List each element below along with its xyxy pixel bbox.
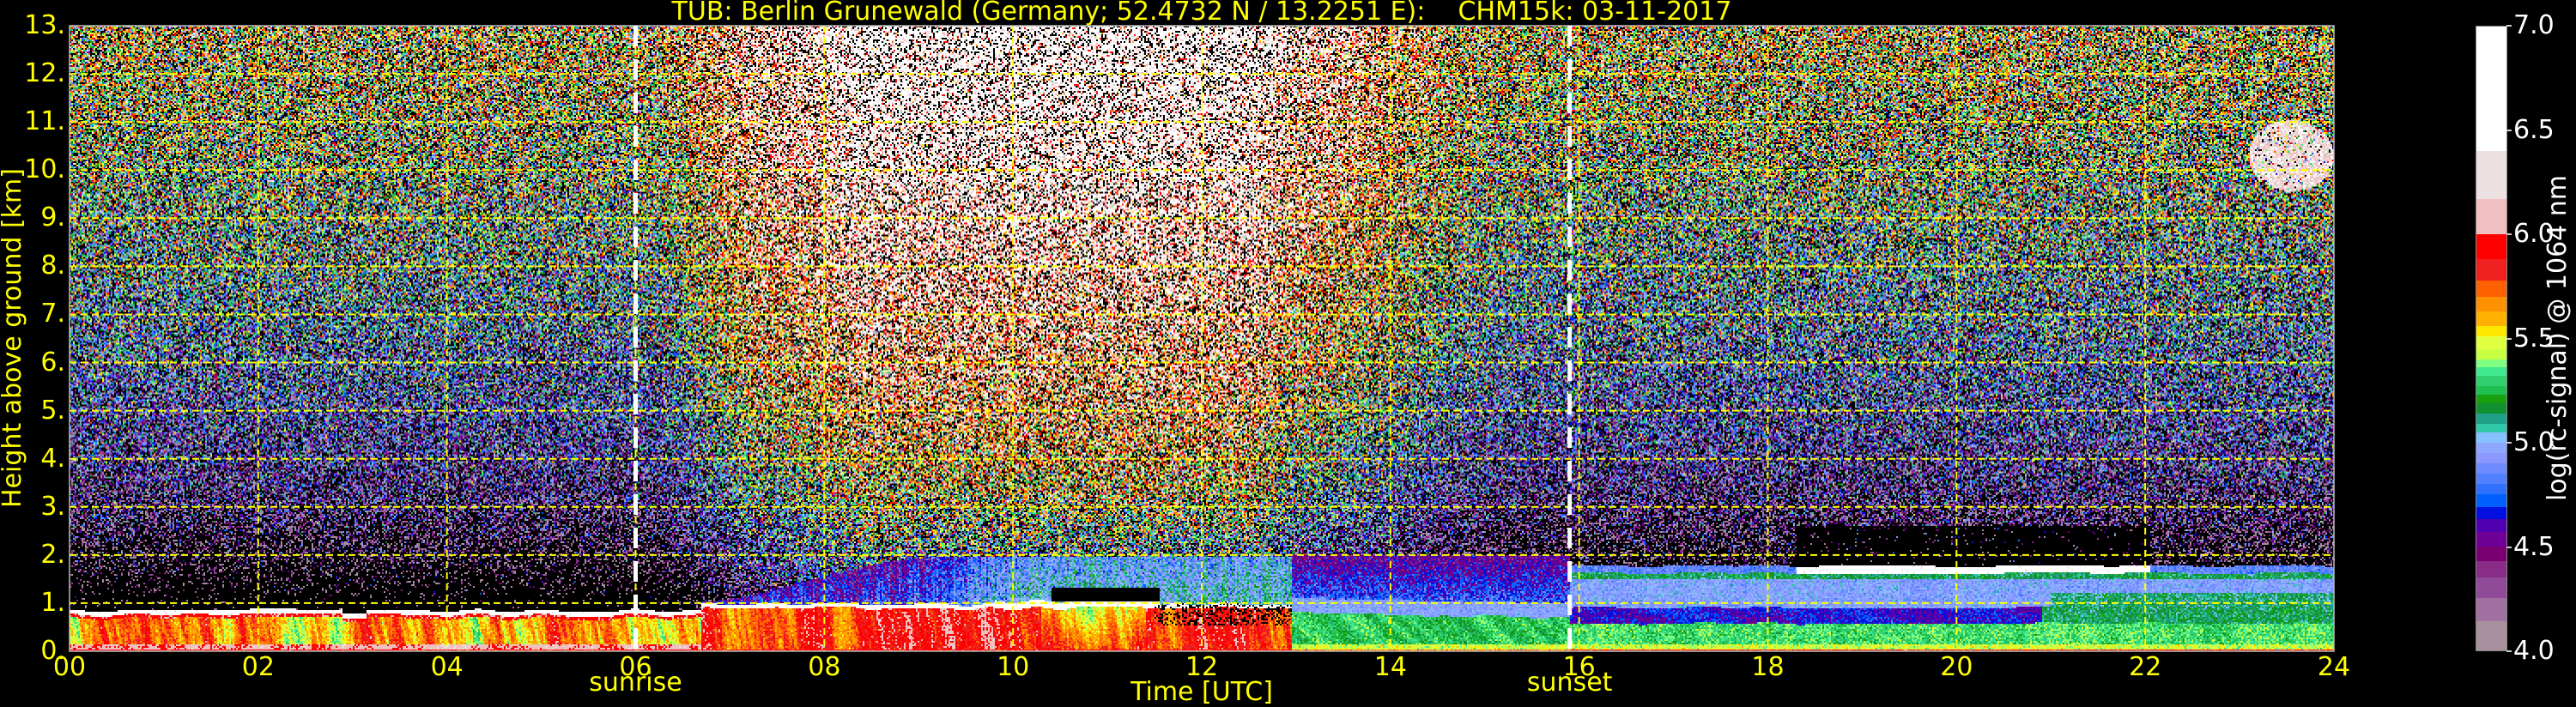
x-tick-label: 08 (808, 652, 841, 682)
colorbar-tick-label: 7.0 (2513, 10, 2555, 40)
y-tick-label: 1. (40, 587, 65, 618)
sunrise-label: sunrise (589, 668, 682, 698)
colorbar-segment (2476, 423, 2506, 432)
colorbar-segment (2476, 297, 2506, 311)
y-tick-label: 4. (40, 443, 65, 474)
sunset-label: sunset (1526, 668, 1613, 698)
colorbar-label: log(rc-signal) @ 1064 nm (2543, 174, 2573, 502)
colorbar-segment (2476, 27, 2506, 152)
colorbar-segment (2476, 376, 2506, 387)
colorbar-segment (2476, 546, 2506, 561)
x-tick-label: 10 (997, 652, 1030, 682)
colorbar-segment (2476, 280, 2506, 298)
colorbar-segment (2476, 413, 2506, 424)
colorbar-segment (2476, 577, 2506, 599)
y-tick-label: 0. (40, 636, 65, 666)
x-tick-label: 20 (1940, 652, 1973, 682)
x-tick-label: 18 (1751, 652, 1785, 682)
colorbar-segment (2476, 432, 2506, 443)
x-tick-label: 24 (2317, 652, 2351, 682)
colorbar-tick-mark (2506, 337, 2512, 340)
colorbar-tick-mark (2506, 233, 2512, 235)
colorbar-tick-label: 4.5 (2513, 531, 2555, 562)
colorbar-segment (2476, 402, 2506, 414)
colorbar-segment (2476, 394, 2506, 403)
y-tick-label: 5. (40, 395, 65, 426)
colorbar-segment (2476, 484, 2506, 495)
x-tick-label: 02 (241, 652, 275, 682)
x-tick-label: 14 (1373, 652, 1407, 682)
colorbar-segment (2476, 531, 2506, 547)
colorbar-segment (2476, 234, 2506, 260)
colorbar-segment (2476, 560, 2506, 578)
y-tick-label: 13. (24, 10, 65, 40)
y-tick-label: 10. (24, 154, 65, 185)
y-axis-label: Height above ground [km] (0, 168, 27, 508)
colorbar-tick-mark (2506, 442, 2512, 444)
colorbar-segment (2476, 598, 2506, 622)
y-tick-label: 9. (40, 202, 65, 233)
plot-area (69, 25, 2335, 652)
x-tick-label: 22 (2129, 652, 2162, 682)
y-tick-label: 7. (40, 299, 65, 329)
colorbar-segment (2476, 462, 2506, 474)
colorbar-segment (2476, 259, 2506, 281)
colorbar-segment (2476, 199, 2506, 235)
colorbar-segment (2476, 325, 2506, 337)
colorbar-segment (2476, 494, 2506, 507)
colorbar-segment (2476, 519, 2506, 532)
colorbar (2476, 26, 2507, 651)
colorbar-segment (2476, 311, 2506, 326)
y-tick-label: 12. (24, 58, 65, 89)
colorbar-segment (2476, 442, 2506, 453)
colorbar-segment (2476, 386, 2506, 395)
colorbar-segment (2476, 348, 2506, 360)
colorbar-tick-label: 4.0 (2513, 636, 2555, 666)
colorbar-tick-mark (2506, 650, 2512, 652)
y-tick-label: 6. (40, 347, 65, 378)
grid-and-annotation-overlay (69, 25, 2335, 652)
colorbar-tick-mark (2506, 546, 2512, 548)
colorbar-segment (2476, 367, 2506, 377)
colorbar-segment (2476, 336, 2506, 349)
y-tick-label: 11. (24, 106, 65, 137)
x-axis-label: Time [UTC] (1130, 677, 1273, 707)
colorbar-tick-label: 6.5 (2513, 114, 2555, 145)
y-tick-label: 8. (40, 251, 65, 281)
chart-title: TUB: Berlin Grunewald (Germany; 52.4732 … (671, 0, 1732, 27)
colorbar-segment (2476, 151, 2506, 200)
colorbar-tick-mark (2506, 129, 2512, 131)
colorbar-segment (2476, 621, 2506, 650)
colorbar-segment (2476, 474, 2506, 485)
colorbar-segment (2476, 506, 2506, 520)
x-tick-label: 04 (430, 652, 464, 682)
y-tick-label: 3. (40, 491, 65, 522)
colorbar-segment (2476, 452, 2506, 463)
colorbar-segment (2476, 359, 2506, 368)
y-tick-label: 2. (40, 539, 65, 570)
colorbar-tick-mark (2506, 25, 2512, 27)
